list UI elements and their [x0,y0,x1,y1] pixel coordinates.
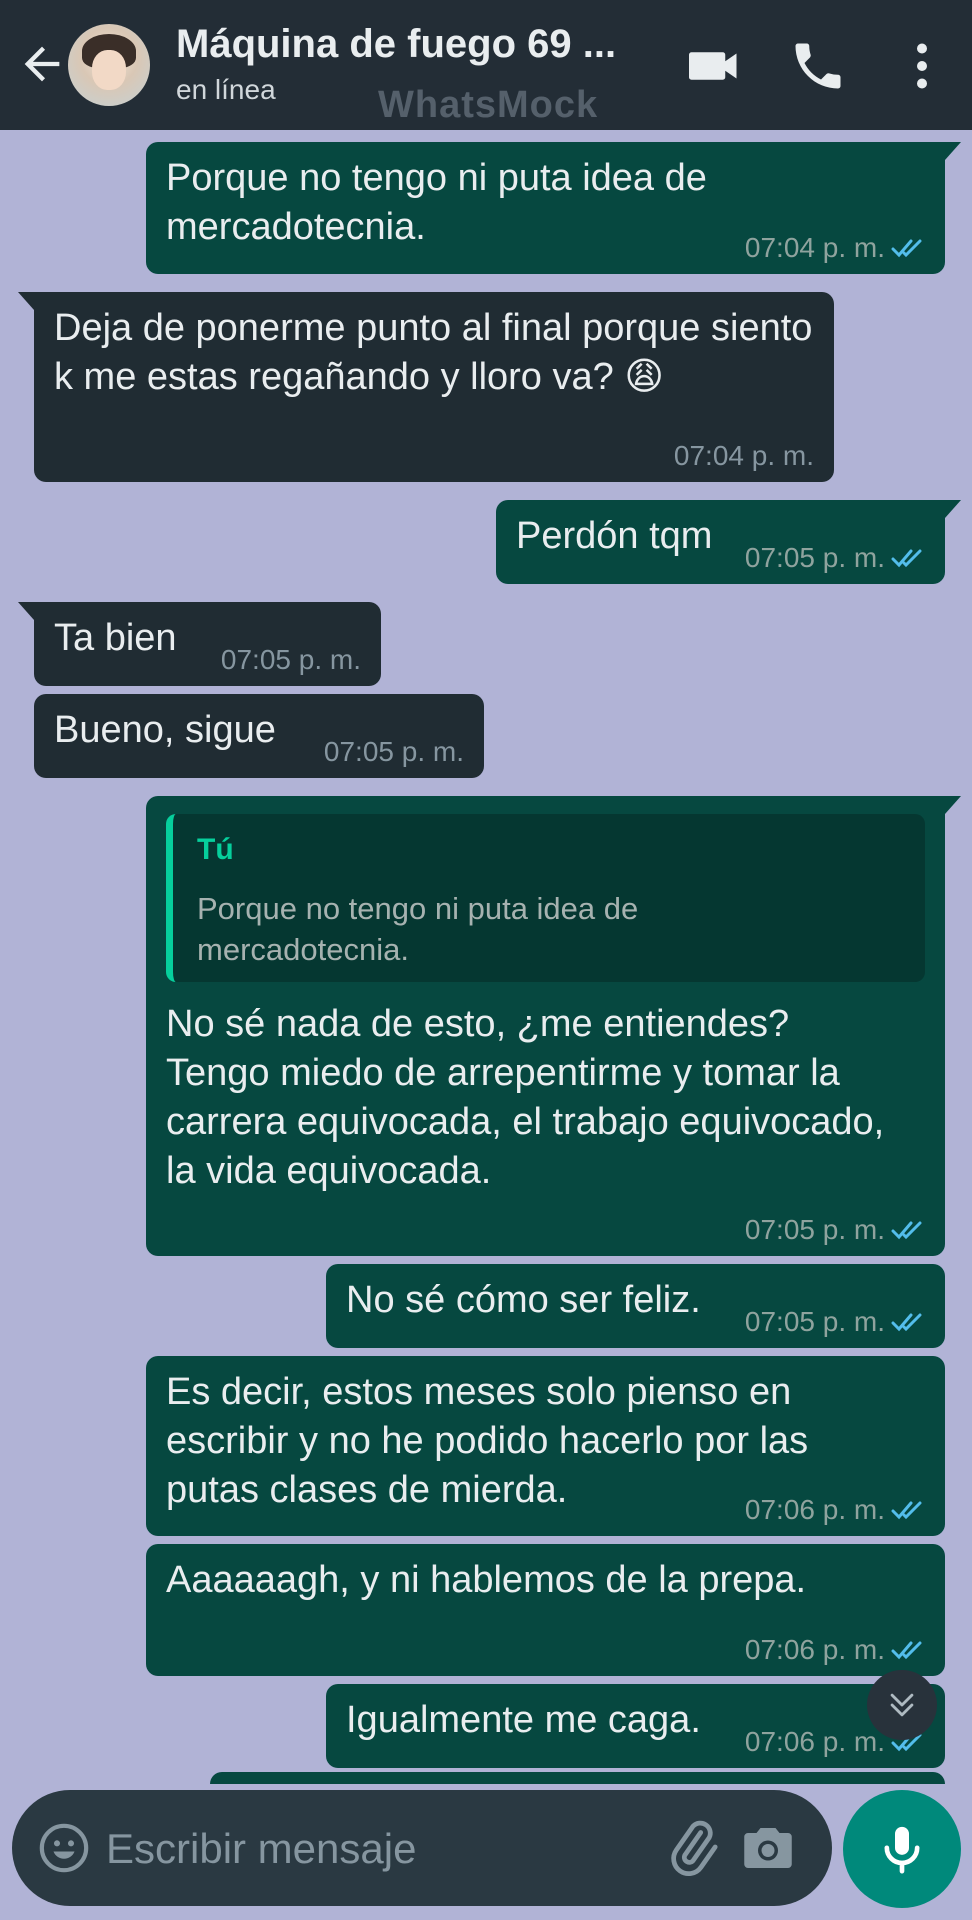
message-text: No sé nada de esto, ¿me entiendes? Tengo… [166,1003,895,1192]
more-options-icon[interactable] [892,36,952,96]
message-time: 07:05 p. m. [744,1214,885,1245]
quoted-message[interactable]: Tú Porque no tengo ni puta idea de merca… [166,814,925,982]
message-bubble-outgoing[interactable]: Igualmente me caga. 07:06 p. m. [326,1684,945,1768]
message-bubble-outgoing[interactable]: Aaaaaagh, y ni hablemos de la prepa. 07:… [146,1544,945,1676]
message-time: 07:06 p. m. [744,1494,885,1525]
read-receipt-icon [891,549,922,568]
message-text: Aaaaaagh, y ni hablemos de la prepa. [166,1559,807,1601]
voice-record-button[interactable] [843,1790,961,1908]
message-time: 07:04 p. m. [673,440,814,471]
read-receipt-icon [891,1221,922,1240]
quoted-author: Tú [197,833,234,866]
chat-header: Máquina de fuego 69 ... en línea WhatsMo… [0,0,972,130]
read-receipt-icon [891,239,922,258]
contact-status: en línea [176,74,276,105]
microphone-icon [884,1826,920,1874]
message-text: Deja de ponerme punto al final porque si… [54,307,823,398]
message-time: 07:06 p. m. [744,1634,885,1665]
read-receipt-icon [891,1641,922,1660]
video-call-icon[interactable] [684,36,744,96]
message-bubble-outgoing[interactable]: No sé cómo ser feliz. 07:05 p. m. [326,1264,945,1348]
message-composer [12,1790,832,1906]
read-receipt-icon [891,1313,922,1332]
message-input[interactable] [104,1814,648,1884]
avatar[interactable] [68,24,150,106]
back-arrow-icon[interactable] [16,38,68,90]
message-bubble-partial [210,1772,945,1784]
watermark: WhatsMock [378,84,599,126]
message-time: 07:05 p. m. [744,542,885,573]
attach-icon[interactable] [662,1818,722,1878]
message-bubble-outgoing[interactable]: Porque no tengo ni puta idea de mercadot… [146,142,961,274]
emoji-icon[interactable] [36,1820,92,1876]
message-bubble-incoming[interactable]: Deja de ponerme punto al final porque si… [18,292,834,482]
message-bubble-incoming[interactable]: Bueno, sigue 07:05 p. m. [34,694,484,778]
message-time: 07:04 p. m. [744,232,885,263]
message-time: 07:06 p. m. [744,1726,885,1757]
read-receipt-icon [891,1501,922,1520]
message-bubble-outgoing[interactable]: Tú Porque no tengo ni puta idea de merca… [146,796,961,1256]
contact-name[interactable]: Máquina de fuego 69 ... [176,22,616,67]
voice-call-icon[interactable] [788,36,848,96]
message-time: 07:05 p. m. [323,736,464,767]
message-text: Es decir, estos meses solo pienso en esc… [166,1371,819,1511]
message-time: 07:05 p. m. [744,1306,885,1337]
quoted-text: Porque no tengo ni puta idea de mercadot… [197,891,639,967]
camera-icon[interactable] [738,1818,798,1878]
message-time: 07:05 p. m. [220,644,361,675]
double-chevron-down-icon [890,1693,914,1717]
scroll-to-bottom-button[interactable] [867,1670,937,1740]
message-bubble-outgoing[interactable]: Perdón tqm 07:05 p. m. [496,500,961,584]
message-bubble-outgoing[interactable]: Es decir, estos meses solo pienso en esc… [146,1356,945,1536]
message-bubble-incoming[interactable]: Ta bien 07:05 p. m. [18,602,381,686]
